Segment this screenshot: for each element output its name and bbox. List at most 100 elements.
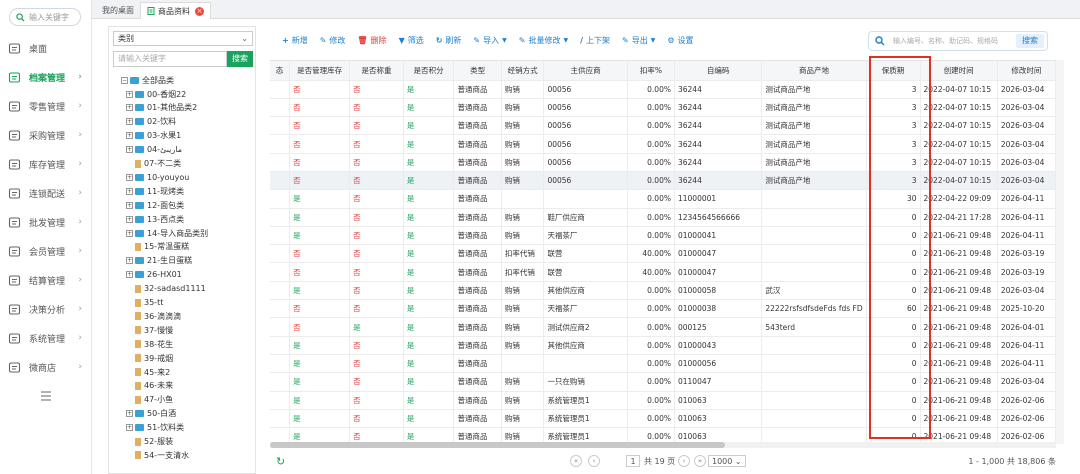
tree-node[interactable]: +03-水果1	[126, 130, 181, 142]
column-header[interactable]: 创建时间	[920, 61, 998, 81]
refresh-button[interactable]: ↻ 刷新	[436, 35, 462, 46]
column-header[interactable]: 扣率%	[627, 61, 675, 81]
expand-icon[interactable]: +	[126, 215, 133, 223]
prev-page-icon[interactable]: ‹	[588, 455, 600, 467]
table-row[interactable]: 否否是普通商品 购销 00056 0.00% 36244 测试商品产地 3 2022-04-0…	[270, 98, 1056, 118]
column-header[interactable]: 商品产地	[761, 61, 867, 81]
tree-node[interactable]: +04-ماريىئ	[126, 144, 182, 156]
nav-item-10[interactable]: 系统管理 ›	[0, 328, 92, 348]
tree-node[interactable]: +51-饮料类	[126, 422, 184, 434]
horizontal-scrollbar[interactable]	[270, 442, 1056, 448]
page-size-select[interactable]: 1000 ⌄	[708, 455, 746, 467]
table-row[interactable]: 是否是普通商品 购销 系统管理员1 0.00% 010063 0 2021-06-21 09…	[270, 391, 1056, 410]
category-search-button[interactable]: 搜索	[227, 51, 253, 67]
tree-node[interactable]: 45-来2	[135, 366, 170, 378]
column-header[interactable]: 自编码	[674, 61, 763, 81]
filter-button[interactable]: ▼ 筛选	[399, 35, 424, 46]
tree-node[interactable]: 35-tt	[135, 297, 163, 309]
column-header[interactable]: 态	[270, 61, 291, 81]
expand-icon[interactable]: +	[126, 173, 133, 181]
column-header[interactable]: 修改时间	[997, 61, 1056, 81]
nav-item-0[interactable]: 桌面	[0, 38, 92, 58]
tree-node[interactable]: +11-现烤类	[126, 185, 184, 197]
add-button[interactable]: + 新增	[282, 35, 308, 46]
nav-item-11[interactable]: 微商店 ›	[0, 357, 92, 377]
collapse-icon[interactable]: −	[121, 76, 128, 84]
expand-icon[interactable]: +	[126, 146, 133, 154]
expand-icon[interactable]: +	[126, 257, 133, 265]
table-row[interactable]: 否否是普通商品 购销 天福茶厂 0.00% 01000038 22222rsfsdfsde…	[270, 299, 1056, 319]
expand-icon[interactable]: +	[126, 104, 133, 112]
tree-node[interactable]: +12-面包类	[126, 199, 184, 211]
tree-node[interactable]: 37-慢慢	[135, 324, 173, 336]
tree-node[interactable]: 32-sadasd1111	[135, 283, 206, 295]
expand-icon[interactable]: +	[126, 118, 133, 126]
import-button[interactable]: ✎ 导入 ▼	[473, 35, 506, 46]
tree-node[interactable]: +02-饮料	[126, 116, 176, 128]
nav-item-2[interactable]: 零售管理 ›	[0, 96, 92, 116]
expand-icon[interactable]: +	[126, 90, 133, 98]
expand-icon[interactable]: +	[126, 424, 133, 432]
nav-item-7[interactable]: 会员管理 ›	[0, 241, 92, 261]
tab-product-info[interactable]: 商品资料 ×	[140, 2, 211, 19]
table-row[interactable]: 否否是普通商品 购销 00056 0.00% 36244 测试商品产地 3 2022-04-0…	[270, 116, 1056, 136]
table-row[interactable]: 是否是普通商品 购销 鞋厂供应商 0.00% 1234564566666 0 2022-04…	[270, 208, 1056, 227]
tree-node[interactable]: +13-西点类	[126, 213, 184, 225]
page-input[interactable]: 1	[626, 455, 640, 467]
column-header[interactable]: 是否积分	[403, 61, 455, 81]
table-row[interactable]: 否否是普通商品 购销 00056 0.00% 36244 测试商品产地 3 2022-04-0…	[270, 80, 1056, 99]
table-row[interactable]: 否是是普通商品 购销 测试供应商2 0.00% 000125 543terd 0 2021-0…	[270, 317, 1056, 337]
export-button[interactable]: ✎ 导出 ▼	[622, 35, 655, 46]
tree-node[interactable]: 15-常温蛋糕	[135, 241, 189, 253]
table-row[interactable]: 是否是普通商品 购销 其他供应商 0.00% 01000043 0 2021-06-21 0…	[270, 336, 1056, 355]
tree-node[interactable]: +50-白酒	[126, 408, 176, 420]
tree-node[interactable]: 47-小鱼	[135, 394, 173, 406]
nav-item-5[interactable]: 连锁配送 ›	[0, 183, 92, 203]
product-search-button[interactable]: 搜索	[1016, 34, 1044, 48]
nav-item-6[interactable]: 批发管理 ›	[0, 212, 92, 232]
horizontal-scrollbar-thumb[interactable]	[270, 442, 725, 448]
expand-icon[interactable]: +	[126, 187, 133, 195]
column-header[interactable]: 主供应商	[543, 61, 628, 81]
table-row[interactable]: 否否是普通商品 购销 00056 0.00% 36244 测试商品产地 3 2022-04-0…	[270, 153, 1056, 172]
table-row[interactable]: 否否是普通商品 扣率代销 联营 40.00% 01000047 0 2021-06-21 0…	[270, 262, 1056, 282]
next-page-icon[interactable]: ›	[678, 455, 690, 467]
table-row[interactable]: 否否是普通商品 购销 00056 0.00% 36244 测试商品产地 3 2022-04-0…	[270, 134, 1056, 154]
table-row[interactable]: 否否是普通商品 购销 00056 0.00% 36244 测试商品产地 3 2022-04-0…	[270, 171, 1056, 191]
category-keyword-input[interactable]: 请输入关键字	[113, 51, 227, 67]
table-row[interactable]: 是否是普通商品 购销 天福茶厂 0.00% 01000041 0 2021-06-21 09…	[270, 226, 1056, 246]
category-select[interactable]: 类别 ⌄	[113, 31, 253, 46]
tree-node[interactable]: +21-生日蛋糕	[126, 255, 192, 267]
product-search-input[interactable]: 输入编号、名称、助记码、规格码	[893, 36, 1016, 46]
nav-item-8[interactable]: 结算管理 ›	[0, 270, 92, 290]
tree-node[interactable]: +26-HX01	[126, 269, 182, 281]
nav-item-4[interactable]: 库存管理 ›	[0, 154, 92, 174]
batch-edit-button[interactable]: ✎ 批量修改 ▼	[519, 35, 568, 46]
column-header[interactable]: 是否称重	[349, 61, 404, 81]
table-row[interactable]: 是否是普通商品 购销 系统管理员1 0.00% 010063 0 2021-06-21 09…	[270, 409, 1056, 429]
tab-home[interactable]: 我的桌面	[96, 2, 140, 19]
settings-button[interactable]: ⚙ 设置	[667, 35, 693, 46]
tree-node[interactable]: 39-戒烟	[135, 352, 173, 364]
tree-node[interactable]: 54-一支清水	[135, 449, 189, 461]
column-header[interactable]: 是否管理库存	[289, 61, 351, 81]
delete-button[interactable]: 🗑︎ 删除	[357, 35, 386, 46]
vertical-scrollbar[interactable]	[1056, 60, 1064, 444]
expand-icon[interactable]: +	[126, 410, 133, 418]
tree-node[interactable]: 07-不二类	[135, 158, 181, 170]
column-header[interactable]: 类型	[453, 61, 502, 81]
table-row[interactable]: 否否是普通商品 扣率代销 联营 40.00% 01000047 0 2021-06-21 0…	[270, 244, 1056, 264]
expand-icon[interactable]: +	[126, 201, 133, 209]
table-row[interactable]: 是否是普通商品 0.00% 01000056 0 2021-06-21 09:48 202…	[270, 354, 1056, 374]
tree-root[interactable]: − 全部品类	[121, 74, 174, 86]
nav-item-3[interactable]: 采购管理 ›	[0, 125, 92, 145]
table-row[interactable]: 是否是普通商品 0.00% 11000001 30 2022-04-22 09:09 20…	[270, 189, 1056, 209]
expand-icon[interactable]: +	[126, 132, 133, 140]
refresh-icon[interactable]: ↻	[276, 455, 288, 468]
menu-collapse-icon[interactable]	[40, 390, 52, 402]
tree-node[interactable]: 46-未来	[135, 380, 173, 392]
nav-item-1[interactable]: 档案管理 ›	[0, 67, 92, 87]
tree-node[interactable]: 52-服装	[135, 436, 173, 448]
first-page-icon[interactable]: «	[570, 455, 582, 467]
nav-search-input[interactable]: 输入关键字	[9, 8, 81, 26]
